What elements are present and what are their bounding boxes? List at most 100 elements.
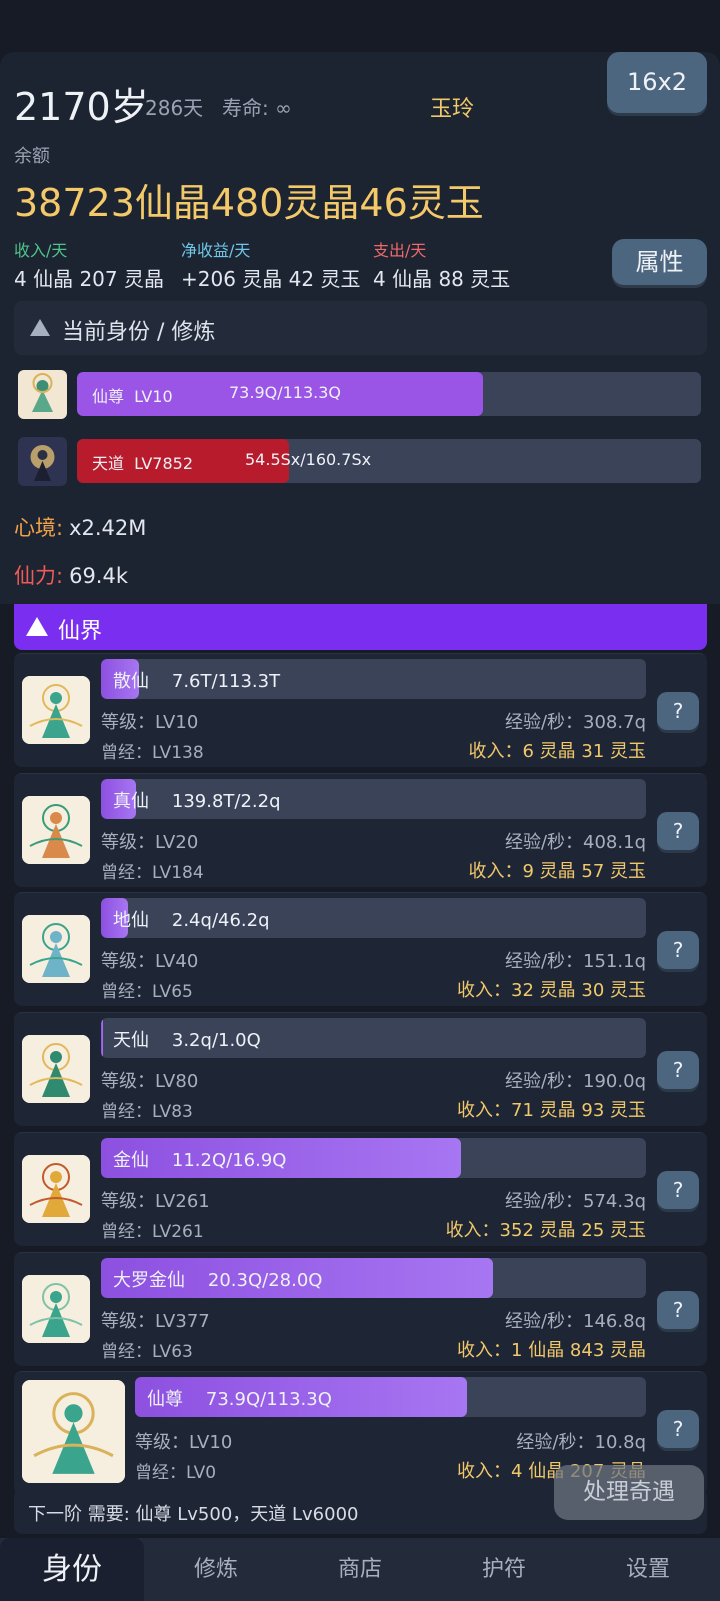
realm-level: 等级：LV10 [101, 712, 199, 733]
realm-name: 地仙 2.4q/46.2q [113, 910, 270, 931]
realm-portrait [22, 1275, 90, 1343]
xianzun-thumbnail [18, 370, 67, 419]
realm-card: 散仙 7.6T/113.3T 等级：LV10 曾经：LV138 经验/秒：308.7q… [14, 653, 707, 767]
lifespan-label: 寿命: [222, 96, 269, 120]
realm-name: 仙尊 73.9Q/113.3Q [147, 1389, 332, 1410]
expense-label: 支出/天 [373, 241, 427, 260]
attributes-button[interactable]: 属性 [612, 239, 707, 285]
realm-progress-bar: 天仙 3.2q/1.0Q [101, 1018, 646, 1058]
income-value: 4 仙晶 207 灵晶 [14, 267, 164, 291]
realm-card: 真仙 139.8T/2.2q 等级：LV20 曾经：LV184 经验/秒：408.1q… [14, 773, 707, 887]
days-value: 286天 [145, 96, 204, 120]
realm-previous-level: 曾经：LV65 [101, 982, 193, 1002]
realm-exp-rate: 经验/秒：146.8q [504, 1311, 646, 1332]
realm-previous-level: 曾经：LV261 [101, 1222, 204, 1242]
realm-portrait [22, 676, 90, 744]
mind-value: x2.42M [69, 516, 147, 540]
power-value: 69.4k [69, 564, 128, 588]
handle-event-button[interactable]: 处理奇遇 [554, 1465, 704, 1520]
help-button[interactable]: ? [657, 812, 699, 850]
tab-cultivation[interactable]: 修炼 [144, 1538, 288, 1601]
realm-section-title: 仙界 [58, 619, 103, 644]
realm-portrait [22, 1380, 125, 1483]
realm-level: 等级：LV261 [101, 1191, 210, 1212]
realm-level: 等级：LV40 [101, 951, 199, 972]
realm-progress-bar: 大罗金仙 20.3Q/28.0Q [101, 1258, 646, 1298]
identity-row-tiandao: 天道 LV7852 54.5Sx/160.7Sx [18, 436, 708, 486]
mind-label: 心境: [14, 516, 64, 540]
realm-previous-level: 曾经：LV0 [135, 1463, 217, 1483]
realm-income: 收入：6 灵晶 31 灵玉 [468, 741, 646, 762]
realm-portrait [22, 796, 90, 864]
realm-name: 大罗金仙 20.3Q/28.0Q [113, 1270, 323, 1291]
balance-label: 余额 [14, 146, 50, 167]
help-button[interactable]: ? [657, 931, 699, 969]
realm-card: 金仙 11.2Q/16.9Q 等级：LV261 曾经：LV261 经验/秒：574.3… [14, 1132, 707, 1246]
speed-button[interactable]: 16x2 [607, 52, 707, 113]
expense-value: 4 仙晶 88 灵玉 [373, 267, 511, 291]
realm-income: 收入：9 灵晶 57 灵玉 [468, 861, 646, 882]
help-button[interactable]: ? [657, 1410, 699, 1448]
net-label: 净收益/天 [181, 241, 251, 260]
help-button[interactable]: ? [657, 1051, 699, 1089]
help-button[interactable]: ? [657, 1171, 699, 1209]
tab-shop[interactable]: 商店 [288, 1538, 432, 1601]
realm-level: 等级：LV377 [101, 1311, 210, 1332]
tiandao-thumbnail [18, 437, 67, 486]
identity-row-xianzun: 仙尊 LV10 73.9Q/113.3Q [18, 369, 708, 419]
realm-exp-rate: 经验/秒：151.1q [504, 951, 646, 972]
realm-portrait [22, 1035, 90, 1103]
realm-progress-fill [101, 1018, 104, 1058]
realm-name: 散仙 7.6T/113.3T [113, 671, 281, 692]
income-label: 收入/天 [14, 241, 68, 260]
xianzun-progress-bar: 仙尊 LV10 73.9Q/113.3Q [77, 372, 701, 416]
player-name: 玉玲 [430, 97, 475, 122]
tab-identity[interactable]: 身份 [0, 1538, 144, 1601]
realm-portrait [22, 1155, 90, 1223]
realm-level: 等级：LV80 [101, 1071, 199, 1092]
realm-previous-level: 曾经：LV83 [101, 1102, 193, 1122]
bottom-tab-bar: 身份 修炼 商店 护符 设置 [0, 1538, 720, 1601]
collapse-triangle-icon [30, 319, 50, 336]
realm-previous-level: 曾经：LV138 [101, 743, 204, 763]
balance-value: 38723仙晶480灵晶46灵玉 [14, 181, 484, 225]
realm-level: 等级：LV10 [135, 1432, 233, 1453]
realm-income: 收入：71 灵晶 93 灵玉 [457, 1100, 646, 1121]
mind-stat: 心境: x2.42M [14, 512, 146, 542]
realm-progress-bar: 仙尊 73.9Q/113.3Q [135, 1377, 646, 1417]
realm-card: 地仙 2.4q/46.2q 等级：LV40 曾经：LV65 经验/秒：151.1q 收入… [14, 892, 707, 1006]
tiandao-progress-text: 54.5Sx/160.7Sx [245, 450, 372, 469]
xianzun-progress-text: 73.9Q/113.3Q [229, 383, 342, 402]
realm-progress-bar: 金仙 11.2Q/16.9Q [101, 1138, 646, 1178]
realm-income: 收入：1 仙晶 843 灵晶 [457, 1340, 646, 1361]
collapse-triangle-icon [26, 617, 48, 636]
realm-progress-bar: 地仙 2.4q/46.2q [101, 898, 646, 938]
age-value: 2170岁 [14, 85, 149, 129]
help-button[interactable]: ? [657, 1291, 699, 1329]
power-stat: 仙力: 69.4k [14, 560, 128, 590]
realm-portrait [22, 915, 90, 983]
realm-exp-rate: 经验/秒：308.7q [504, 712, 646, 733]
tab-talisman[interactable]: 护符 [432, 1538, 576, 1601]
xianzun-label: 仙尊 LV10 [92, 387, 173, 406]
realm-exp-rate: 经验/秒：574.3q [504, 1191, 646, 1212]
lifespan-value: ∞ [275, 96, 292, 120]
realm-exp-rate: 经验/秒：10.8q [516, 1432, 646, 1453]
realm-name: 金仙 11.2Q/16.9Q [113, 1150, 287, 1171]
realm-exp-rate: 经验/秒：190.0q [504, 1071, 646, 1092]
next-tier-text: 下一阶 需要: 仙尊 Lv500，天道 Lv6000 [28, 1504, 359, 1525]
realm-progress-bar: 真仙 139.8T/2.2q [101, 779, 646, 819]
realm-section-header[interactable]: 仙界 [14, 604, 707, 650]
lifespan: 寿命: ∞ [222, 92, 292, 121]
identity-section-header[interactable]: 当前身份 / 修炼 [14, 301, 707, 355]
realm-exp-rate: 经验/秒：408.1q [504, 832, 646, 853]
realm-progress-bar: 散仙 7.6T/113.3T [101, 659, 646, 699]
realm-card: 天仙 3.2q/1.0Q 等级：LV80 曾经：LV83 经验/秒：190.0q 收入：… [14, 1012, 707, 1126]
realm-level: 等级：LV20 [101, 832, 199, 853]
help-button[interactable]: ? [657, 692, 699, 730]
tiandao-progress-bar: 天道 LV7852 54.5Sx/160.7Sx [77, 439, 701, 483]
tab-settings[interactable]: 设置 [576, 1538, 720, 1601]
realm-card: 大罗金仙 20.3Q/28.0Q 等级：LV377 曾经：LV63 经验/秒：146.… [14, 1252, 707, 1366]
power-label: 仙力: [14, 564, 64, 588]
realm-name: 天仙 3.2q/1.0Q [113, 1030, 261, 1051]
